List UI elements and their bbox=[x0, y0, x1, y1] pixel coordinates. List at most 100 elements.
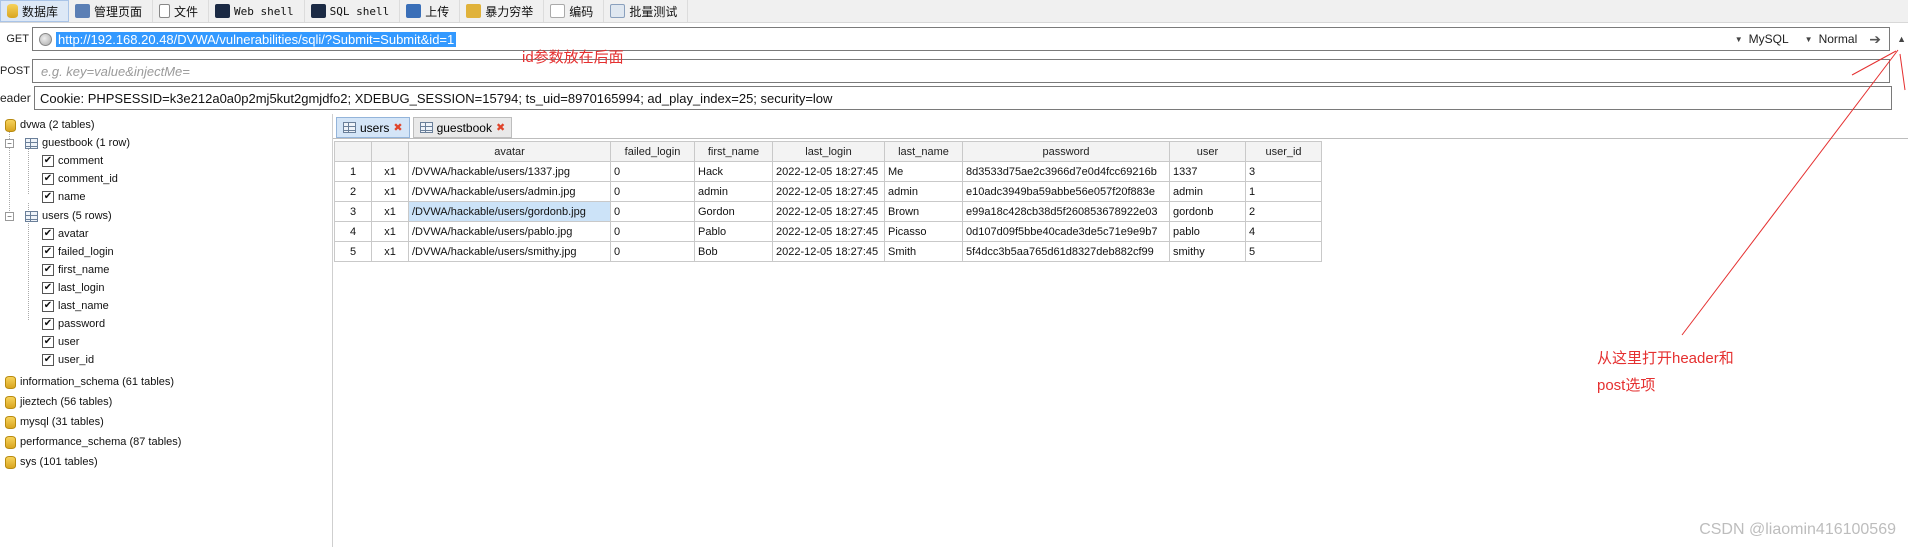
toolbar-batch-test[interactable]: 批量测试 bbox=[604, 0, 689, 22]
cell-password[interactable]: 8d3533d75ae2c3966d7e0d4fcc69216b bbox=[962, 161, 1170, 182]
tree-column-first-name[interactable]: ✔ first_name bbox=[42, 262, 109, 278]
cell-first-name[interactable]: admin bbox=[694, 181, 773, 202]
column-header-last-login[interactable]: last_login bbox=[772, 141, 885, 162]
tree-db-mysql[interactable]: mysql (31 tables) bbox=[5, 414, 104, 430]
cell-first-name[interactable]: Bob bbox=[694, 241, 773, 262]
cell-failed-login[interactable]: 0 bbox=[610, 201, 695, 222]
cell-user[interactable]: pablo bbox=[1169, 221, 1246, 242]
checkbox-checked-icon[interactable]: ✔ bbox=[42, 300, 54, 312]
cell-last-name[interactable]: Picasso bbox=[884, 221, 963, 242]
checkbox-checked-icon[interactable]: ✔ bbox=[42, 246, 54, 258]
cell-password[interactable]: 0d107d09f5bbe40cade3de5c71e9e9b7 bbox=[962, 221, 1170, 242]
cell-user-id[interactable]: 2 bbox=[1245, 201, 1322, 222]
checkbox-checked-icon[interactable]: ✔ bbox=[42, 173, 54, 185]
checkbox-checked-icon[interactable]: ✔ bbox=[42, 318, 54, 330]
cell-failed-login[interactable]: 0 bbox=[610, 241, 695, 262]
db-type-select[interactable]: MySQL bbox=[1749, 32, 1789, 46]
tree-column-comment-id[interactable]: ✔ comment_id bbox=[42, 171, 118, 187]
tab-guestbook[interactable]: guestbook ✖ bbox=[412, 117, 513, 138]
cell-failed-login[interactable]: 0 bbox=[610, 221, 695, 242]
mode-select[interactable]: Normal bbox=[1819, 32, 1858, 46]
tree-table-users[interactable]: − users (5 rows) bbox=[5, 208, 112, 224]
cell-failed-login[interactable]: 0 bbox=[610, 161, 695, 182]
checkbox-checked-icon[interactable]: ✔ bbox=[42, 191, 54, 203]
chevron-down-icon[interactable]: ▼ bbox=[1735, 35, 1743, 44]
cell-user[interactable]: 1337 bbox=[1169, 161, 1246, 182]
toolbar-file[interactable]: 文件 bbox=[153, 0, 210, 22]
tree-column-name[interactable]: ✔ name bbox=[42, 189, 86, 205]
post-field[interactable]: e.g. key=value&injectMe= bbox=[32, 59, 1890, 83]
cell-user-id[interactable]: 1 bbox=[1245, 181, 1322, 202]
checkbox-checked-icon[interactable]: ✔ bbox=[42, 282, 54, 294]
url-field[interactable]: http://192.168.20.48/DVWA/vulnerabilitie… bbox=[32, 27, 1890, 51]
toolbar-web-shell[interactable]: Web shell bbox=[209, 0, 305, 22]
column-header-user-id[interactable]: user_id bbox=[1245, 141, 1322, 162]
cell-avatar[interactable]: /DVWA/hackable/users/pablo.jpg bbox=[408, 221, 611, 242]
cell-user-id[interactable]: 3 bbox=[1245, 161, 1322, 182]
cell-user-id[interactable]: 4 bbox=[1245, 221, 1322, 242]
expand-options-icon[interactable]: ▲ bbox=[1897, 34, 1906, 44]
cell-user[interactable]: smithy bbox=[1169, 241, 1246, 262]
tree-db-sys[interactable]: sys (101 tables) bbox=[5, 454, 98, 470]
cell-user-id[interactable]: 5 bbox=[1245, 241, 1322, 262]
toolbar-manage-page[interactable]: 管理页面 bbox=[69, 0, 154, 22]
cell-password[interactable]: e10adc3949ba59abbe56e057f20f883e bbox=[962, 181, 1170, 202]
collapse-icon[interactable]: − bbox=[5, 138, 14, 148]
cell-avatar[interactable]: /DVWA/hackable/users/admin.jpg bbox=[408, 181, 611, 202]
close-icon[interactable]: ✖ bbox=[393, 121, 402, 134]
table-row[interactable]: 1 x1 /DVWA/hackable/users/1337.jpg 0 Hac… bbox=[334, 161, 1322, 182]
column-header-last-name[interactable]: last_name bbox=[884, 141, 963, 162]
collapse-icon[interactable]: − bbox=[5, 211, 14, 221]
tree-db-information-schema[interactable]: information_schema (61 tables) bbox=[5, 374, 174, 390]
column-header-first-name[interactable]: first_name bbox=[694, 141, 773, 162]
cell-first-name[interactable]: Gordon bbox=[694, 201, 773, 222]
cell-first-name[interactable]: Pablo bbox=[694, 221, 773, 242]
cell-last-login[interactable]: 2022-12-05 18:27:45 bbox=[772, 221, 885, 242]
cell-avatar-selected[interactable]: /DVWA/hackable/users/gordonb.jpg bbox=[408, 201, 611, 222]
tree-column-avatar[interactable]: ✔ avatar bbox=[42, 226, 89, 242]
tree-column-comment[interactable]: ✔ comment bbox=[42, 153, 103, 169]
cell-last-name[interactable]: Brown bbox=[884, 201, 963, 222]
cell-last-login[interactable]: 2022-12-05 18:27:45 bbox=[772, 201, 885, 222]
checkbox-checked-icon[interactable]: ✔ bbox=[42, 155, 54, 167]
tree-column-last-name[interactable]: ✔ last_name bbox=[42, 298, 109, 314]
table-row[interactable]: 4 x1 /DVWA/hackable/users/pablo.jpg 0 Pa… bbox=[334, 221, 1322, 242]
column-header-avatar[interactable]: avatar bbox=[408, 141, 611, 162]
toolbar-upload[interactable]: 上传 bbox=[400, 0, 461, 22]
tree-column-failed-login[interactable]: ✔ failed_login bbox=[42, 244, 114, 260]
table-row[interactable]: 5 x1 /DVWA/hackable/users/smithy.jpg 0 B… bbox=[334, 241, 1322, 262]
toolbar-encode[interactable]: 编码 bbox=[544, 0, 605, 22]
cell-user[interactable]: gordonb bbox=[1169, 201, 1246, 222]
column-header-failed-login[interactable]: failed_login bbox=[610, 141, 695, 162]
tab-users[interactable]: users ✖ bbox=[336, 117, 410, 138]
cell-last-login[interactable]: 2022-12-05 18:27:45 bbox=[772, 181, 885, 202]
checkbox-checked-icon[interactable]: ✔ bbox=[42, 336, 54, 348]
cell-password[interactable]: 5f4dcc3b5aa765d61d8327deb882cf99 bbox=[962, 241, 1170, 262]
chevron-down-icon[interactable]: ▼ bbox=[1805, 35, 1813, 44]
tree-table-guestbook[interactable]: − guestbook (1 row) bbox=[5, 135, 130, 151]
cell-last-name[interactable]: Me bbox=[884, 161, 963, 182]
toolbar-database[interactable]: 数据库 bbox=[0, 0, 70, 22]
toolbar-brute-force[interactable]: 暴力穷举 bbox=[460, 0, 545, 22]
cell-failed-login[interactable]: 0 bbox=[610, 181, 695, 202]
checkbox-checked-icon[interactable]: ✔ bbox=[42, 264, 54, 276]
tree-column-user[interactable]: ✔ user bbox=[42, 334, 79, 350]
table-row[interactable]: 3 x1 /DVWA/hackable/users/gordonb.jpg 0 … bbox=[334, 201, 1322, 222]
go-arrow-icon[interactable]: ➔ bbox=[1869, 31, 1881, 48]
cell-password[interactable]: e99a18c428cb38d5f260853678922e03 bbox=[962, 201, 1170, 222]
cell-last-name[interactable]: admin bbox=[884, 181, 963, 202]
tree-db-performance-schema[interactable]: performance_schema (87 tables) bbox=[5, 434, 181, 450]
cell-last-login[interactable]: 2022-12-05 18:27:45 bbox=[772, 161, 885, 182]
tree-db-jieztech[interactable]: jieztech (56 tables) bbox=[5, 394, 112, 410]
tree-column-password[interactable]: ✔ password bbox=[42, 316, 105, 332]
cell-avatar[interactable]: /DVWA/hackable/users/smithy.jpg bbox=[408, 241, 611, 262]
tree-column-last-login[interactable]: ✔ last_login bbox=[42, 280, 104, 296]
table-row[interactable]: 2 x1 /DVWA/hackable/users/admin.jpg 0 ad… bbox=[334, 181, 1322, 202]
tree-db-dvwa[interactable]: dvwa (2 tables) bbox=[5, 117, 95, 133]
column-header-user[interactable]: user bbox=[1169, 141, 1246, 162]
cell-user[interactable]: admin bbox=[1169, 181, 1246, 202]
close-icon[interactable]: ✖ bbox=[496, 121, 505, 134]
cell-avatar[interactable]: /DVWA/hackable/users/1337.jpg bbox=[408, 161, 611, 182]
checkbox-checked-icon[interactable]: ✔ bbox=[42, 228, 54, 240]
cell-last-name[interactable]: Smith bbox=[884, 241, 963, 262]
